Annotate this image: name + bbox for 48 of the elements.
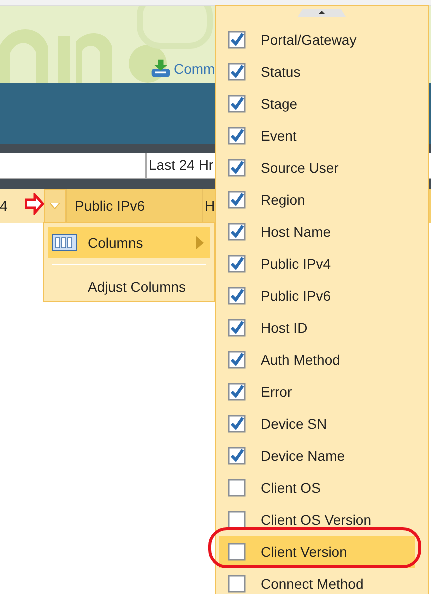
menu-item[interactable]: Public IPv4 [219, 248, 415, 280]
caret-icon [50, 203, 60, 209]
scroll-up-icon[interactable] [298, 7, 346, 17]
menu-item[interactable]: Public IPv6 [219, 280, 415, 312]
checkbox[interactable] [228, 319, 246, 337]
menu-item[interactable]: Event [219, 120, 415, 152]
commit-link[interactable]: Comm [150, 58, 216, 80]
menu-item[interactable]: Device Name [219, 440, 415, 472]
menu-item[interactable]: Client OS Version [219, 504, 415, 536]
menu-item[interactable]: Portal/Gateway [219, 24, 415, 56]
checkbox[interactable] [228, 31, 246, 49]
menu-item[interactable]: Adjust Columns [48, 271, 210, 302]
checkbox[interactable] [228, 63, 246, 81]
column-header[interactable]: Public IPv6 [66, 189, 203, 223]
checkbox[interactable] [228, 383, 246, 401]
download-icon [150, 58, 172, 80]
checkbox[interactable] [228, 415, 246, 433]
menu-item[interactable]: Connect Method [219, 568, 415, 594]
menu-item[interactable]: Stage [219, 88, 415, 120]
checkbox[interactable] [228, 479, 246, 497]
submenu-arrow-icon [196, 236, 204, 250]
menu-item[interactable]: Status [219, 56, 415, 88]
checkbox[interactable] [228, 223, 246, 241]
checkbox[interactable] [228, 95, 246, 113]
menu-item[interactable]: Device SN [219, 408, 415, 440]
checkbox[interactable] [228, 447, 246, 465]
menu-item[interactable]: Auth Method [219, 344, 415, 376]
annotation-arrow [25, 193, 45, 215]
checkbox[interactable] [228, 191, 246, 209]
checkbox[interactable] [228, 543, 246, 561]
column-header[interactable]: 4 [0, 189, 24, 223]
menu-item[interactable]: Columns [48, 227, 210, 258]
checkbox[interactable] [228, 255, 246, 273]
checkbox[interactable] [228, 575, 246, 593]
columns-icon [52, 234, 78, 252]
checkbox[interactable] [228, 351, 246, 369]
checkbox[interactable] [228, 511, 246, 529]
checkbox[interactable] [228, 287, 246, 305]
checkbox[interactable] [228, 127, 246, 145]
menu-item[interactable]: Source User [219, 152, 415, 184]
menu-item[interactable]: Client OS [219, 472, 415, 504]
menu-item[interactable]: Region [219, 184, 415, 216]
menu-item[interactable]: Host Name [219, 216, 415, 248]
time-range-select[interactable]: Last 24 Hr [147, 153, 216, 178]
menu-item[interactable]: Host ID [219, 312, 415, 344]
menu-item[interactable]: Client Version [219, 536, 415, 568]
checkbox[interactable] [228, 159, 246, 177]
menu-item[interactable]: Error [219, 376, 415, 408]
